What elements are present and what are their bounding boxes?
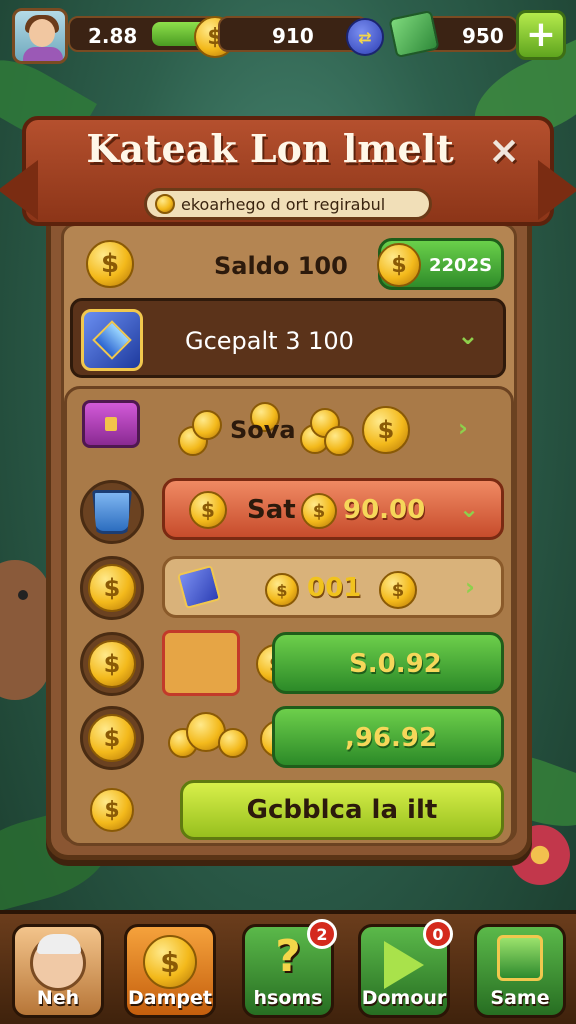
- row-value: ,96.92: [345, 723, 438, 753]
- double-arrow-icon[interactable]: ⇄: [346, 18, 384, 56]
- treasure-chest-icon: [82, 400, 140, 448]
- reward-option-green-1[interactable]: S.0.92: [272, 632, 504, 694]
- nav-label: Same: [490, 987, 550, 1009]
- creature-character: [0, 560, 50, 700]
- bucket-icon: [80, 480, 144, 544]
- player-avatar[interactable]: [12, 8, 68, 64]
- dropdown-label: Gcepalt 3 100: [185, 327, 354, 355]
- chevron-down-icon: ⌄: [459, 495, 480, 523]
- coin-icon: $: [143, 935, 197, 989]
- coin-icon: $: [265, 573, 299, 607]
- coins-value: 2.88: [88, 24, 138, 48]
- notification-badge: 0: [423, 919, 453, 949]
- dialog-subtitle: ekoarhego d ort regirabul: [144, 188, 432, 220]
- coin-icon: $: [90, 788, 134, 832]
- saldo-value: 2202S: [429, 255, 493, 276]
- cta-label: Gcbblca la ilt: [246, 795, 438, 825]
- subtitle-text: ekoarhego d ort regirabul: [181, 194, 386, 214]
- coin-icon: $: [377, 243, 421, 287]
- row-label: Sova: [230, 416, 296, 444]
- coin-icon: $: [379, 571, 417, 609]
- old-man-avatar-icon: [30, 934, 86, 991]
- coin-icon: $: [301, 493, 337, 529]
- nav-label: Dampet: [128, 987, 212, 1009]
- dialog-title: Kateak Lon lmelt: [86, 126, 454, 171]
- chevron-right-icon: ›: [465, 573, 475, 601]
- play-icon: [384, 941, 424, 989]
- coin-icon: $: [86, 240, 134, 288]
- question-mark-icon: ?: [275, 931, 301, 982]
- package-dropdown[interactable]: Gcepalt 3 100 ⌄: [70, 298, 506, 378]
- chevron-right-icon: ›: [458, 414, 468, 442]
- coin-icon: [155, 194, 175, 214]
- coin-icon: $: [80, 556, 144, 620]
- row-label: Sat: [247, 495, 296, 525]
- close-button[interactable]: ×: [484, 130, 524, 170]
- chevron-down-icon: ⌄: [457, 321, 479, 351]
- row-value: 90.00: [343, 495, 426, 525]
- reward-option-001[interactable]: $ 001 $ ›: [162, 556, 504, 618]
- saldo-value-pill[interactable]: $ 2202S: [377, 238, 504, 290]
- coin-icon: $: [80, 632, 144, 696]
- nav-label: hsoms: [253, 987, 323, 1009]
- row-value: 001: [307, 573, 362, 603]
- row-value: S.0.92: [349, 649, 442, 679]
- coin-chest-icon[interactable]: [162, 630, 240, 696]
- cash-value: 950: [462, 24, 504, 48]
- notification-badge: 2: [307, 919, 337, 949]
- top-hud: 2.88 $ 910 ⇄ 950 +: [8, 6, 568, 64]
- gem-icon: [81, 309, 143, 371]
- confirm-button[interactable]: Gcbblca la ilt: [180, 780, 504, 840]
- nav-deposit[interactable]: $ Dampet: [124, 924, 216, 1018]
- reward-option-sat[interactable]: $ Sat $ 90.00 ⌄: [162, 478, 504, 540]
- add-currency-button[interactable]: +: [516, 10, 566, 60]
- nav-profile[interactable]: Neh: [12, 924, 104, 1018]
- nav-shop[interactable]: Same: [474, 924, 566, 1018]
- gems-value: 910: [272, 24, 314, 48]
- nav-play[interactable]: 0 Domour: [358, 919, 453, 1018]
- reward-option-green-2[interactable]: ,96.92: [272, 706, 504, 768]
- gift-box-icon: [497, 935, 543, 981]
- list-item[interactable]: Sova $ ›: [78, 398, 498, 460]
- nav-help[interactable]: ? 2 hsoms: [242, 919, 337, 1018]
- coin-icon: $: [189, 491, 227, 529]
- card-icon: [176, 564, 222, 610]
- coin-icon: $: [362, 406, 410, 454]
- nav-label: Domour: [361, 987, 447, 1009]
- coin-icon: $: [80, 706, 144, 770]
- saldo-label: Saldo 100: [214, 252, 348, 280]
